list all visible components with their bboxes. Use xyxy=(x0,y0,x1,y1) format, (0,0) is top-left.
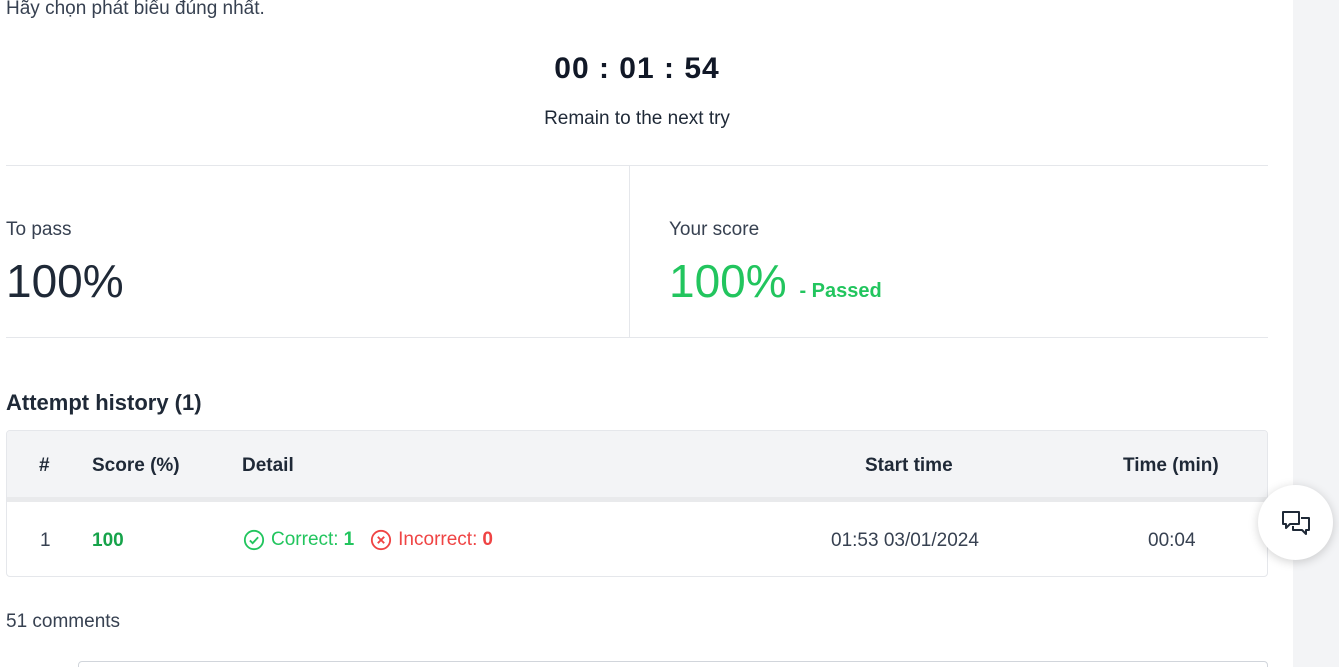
incorrect-value: 0 xyxy=(482,529,493,550)
x-circle-icon xyxy=(371,529,392,551)
question-text: Hãy chọn phát biểu đúng nhất. xyxy=(6,0,265,19)
to-pass-value: 100% xyxy=(6,255,124,307)
row-score: 100 xyxy=(92,530,124,551)
comment-input[interactable] xyxy=(78,661,1268,667)
attempt-history-title: Attempt history (1) xyxy=(6,390,202,415)
table-header: # Score (%) Detail Start time Time (min) xyxy=(7,431,1267,502)
chat-button[interactable] xyxy=(1258,485,1333,560)
check-circle-icon xyxy=(243,529,265,551)
your-score-label: Your score xyxy=(669,219,760,240)
row-detail: Correct: 1 Incorrect: 0 xyxy=(243,529,493,551)
column-header-index: # xyxy=(39,455,50,476)
quiz-result-page: Hãy chọn phát biểu đúng nhất. 00 : 01 : … xyxy=(0,0,1339,667)
chat-bubbles-icon xyxy=(1281,510,1310,535)
correct-value: 1 xyxy=(343,529,355,550)
right-rail xyxy=(1293,0,1339,667)
to-pass-label: To pass xyxy=(6,219,72,240)
row-index: 1 xyxy=(40,530,51,551)
correct-label: Correct: xyxy=(271,529,339,550)
retry-countdown-timer: 00 : 01 : 54 xyxy=(554,52,720,85)
row-start-time: 01:53 03/01/2024 xyxy=(831,530,979,551)
your-score-block: 100% - Passed xyxy=(669,254,882,308)
comments-count: 51 comments xyxy=(6,611,121,632)
row-time: 00:04 xyxy=(1148,530,1196,551)
timer-caption: Remain to the next try xyxy=(544,108,730,129)
divider xyxy=(6,165,1268,166)
pass-status: - Passed xyxy=(799,280,882,302)
divider xyxy=(6,337,1268,338)
attempt-history-table: # Score (%) Detail Start time Time (min)… xyxy=(6,430,1268,577)
column-header-detail: Detail xyxy=(242,455,294,476)
stats-divider xyxy=(629,166,630,337)
column-header-time: Time (min) xyxy=(1123,455,1219,476)
incorrect-label: Incorrect: xyxy=(398,529,478,550)
column-header-score: Score (%) xyxy=(92,455,180,476)
correct-count: Correct: 1 xyxy=(243,529,354,551)
your-score-value: 100% xyxy=(669,255,787,307)
incorrect-count: Incorrect: 0 xyxy=(370,529,493,551)
column-header-start-time: Start time xyxy=(865,455,953,476)
